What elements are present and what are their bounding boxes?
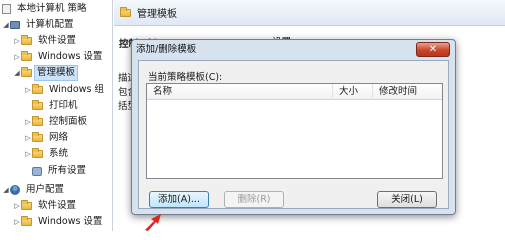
add-button[interactable]: 添加(A)... [149, 191, 209, 208]
folder-icon [32, 84, 43, 94]
close-icon[interactable]: ✕ [416, 42, 450, 57]
tree-item-label: 管理模板 [34, 65, 79, 81]
close-button[interactable]: 关闭(L) [377, 191, 437, 208]
tree-item-label: Windows 组 [49, 84, 104, 95]
collapsed-arrow-icon[interactable]: ▷ [13, 34, 21, 48]
folder-icon [21, 216, 32, 226]
all-settings-icon [32, 166, 42, 176]
collapsed-arrow-icon[interactable]: ▷ [13, 50, 21, 64]
tree-item-user-config[interactable]: ◢ 用户配置 [2, 183, 68, 197]
collapsed-arrow-icon[interactable]: ▷ [13, 215, 21, 229]
folder-icon [32, 116, 43, 126]
tree-item-label: 用户配置 [26, 184, 65, 195]
tree-item-all-settings[interactable]: 所有设置 [24, 164, 90, 178]
tree-item-windows-settings[interactable]: ▷ Windows 设置 [13, 50, 106, 64]
tree-item-label: 软件设置 [38, 35, 77, 46]
tree-item-user-software-settings[interactable]: ▷ 软件设置 [13, 199, 80, 213]
computer-icon [10, 21, 20, 29]
column-header-modified[interactable]: 修改时间 [373, 84, 442, 100]
tree-item-admin-templates[interactable]: ◢ 管理模板 [13, 65, 79, 81]
collapsed-arrow-icon[interactable]: ▷ [24, 83, 32, 97]
folder-icon [32, 100, 43, 110]
expanded-arrow-icon[interactable]: ◢ [2, 183, 10, 197]
policy-tree: 本地计算机 策略 ◢ 计算机配置 ▷ 软件设置 ▷ Windows 设置 ◢ 管… [0, 0, 113, 231]
tree-item-label: 软件设置 [38, 200, 77, 211]
folder-icon [32, 132, 43, 142]
tree-item-printers[interactable]: 打印机 [24, 99, 82, 113]
tree-item-label: 本地计算机 策略 [17, 3, 87, 14]
collapsed-arrow-icon[interactable]: ▷ [13, 199, 21, 213]
column-header-size[interactable]: 大小 [333, 84, 373, 100]
arrow-shape [145, 214, 161, 231]
dialog-body: 当前策略模板(C): 名称 大小 修改时间 添加(A)... 删除(R) 关闭(… [138, 60, 449, 209]
template-list[interactable]: 名称 大小 修改时间 [146, 83, 443, 179]
collapsed-arrow-icon[interactable]: ▷ [24, 115, 32, 129]
folder-icon [21, 35, 32, 45]
template-list-label: 当前策略模板(C): [148, 72, 223, 83]
tree-item-label: Windows 设置 [38, 216, 103, 227]
tree-item-label: 所有设置 [48, 165, 87, 176]
add-remove-templates-dialog: 添加/删除模板 ✕ 当前策略模板(C): 名称 大小 修改时间 添加(A)...… [131, 39, 456, 215]
tree-item-label: 计算机配置 [26, 19, 74, 30]
tree-item-user-windows-settings[interactable]: ▷ Windows 设置 [13, 215, 106, 229]
folder-icon [21, 51, 32, 61]
tree-item-label: 打印机 [49, 100, 78, 111]
dialog-title: 添加/删除模板 [136, 44, 197, 55]
tree-item-label: 网络 [49, 132, 69, 143]
list-header: 名称 大小 修改时间 [147, 84, 442, 100]
expanded-arrow-icon[interactable]: ◢ [2, 18, 10, 32]
pane-header: 管理模板 [114, 0, 505, 26]
tree-item-computer-config[interactable]: ◢ 计算机配置 [2, 18, 78, 32]
tree-item-network[interactable]: ▷ 网络 [24, 131, 72, 145]
collapsed-arrow-icon[interactable]: ▷ [24, 147, 32, 161]
remove-button[interactable]: 删除(R) [224, 191, 284, 208]
folder-icon [21, 200, 32, 210]
tree-item-root[interactable]: 本地计算机 策略 [2, 2, 91, 16]
expanded-arrow-icon[interactable]: ◢ [13, 66, 21, 80]
folder-icon [120, 6, 131, 17]
tree-item-system[interactable]: ▷ 系统 [24, 147, 72, 161]
policy-document-icon [2, 4, 11, 14]
column-header-name[interactable]: 名称 [147, 84, 333, 100]
folder-icon [32, 148, 43, 158]
user-icon [10, 185, 20, 195]
red-pointer-arrow [145, 214, 161, 231]
folder-icon [21, 67, 32, 77]
tree-item-label: 控制面板 [49, 116, 88, 127]
tree-item-control-panel[interactable]: ▷ 控制面板 [24, 115, 91, 129]
tree-item-label: Windows 设置 [38, 51, 103, 62]
tree-item-windows-components[interactable]: ▷ Windows 组 [24, 83, 108, 97]
tree-item-software-settings[interactable]: ▷ 软件设置 [13, 34, 80, 48]
pane-header-title: 管理模板 [137, 9, 177, 20]
tree-item-label: 系统 [49, 148, 69, 159]
collapsed-arrow-icon[interactable]: ▷ [24, 131, 32, 145]
